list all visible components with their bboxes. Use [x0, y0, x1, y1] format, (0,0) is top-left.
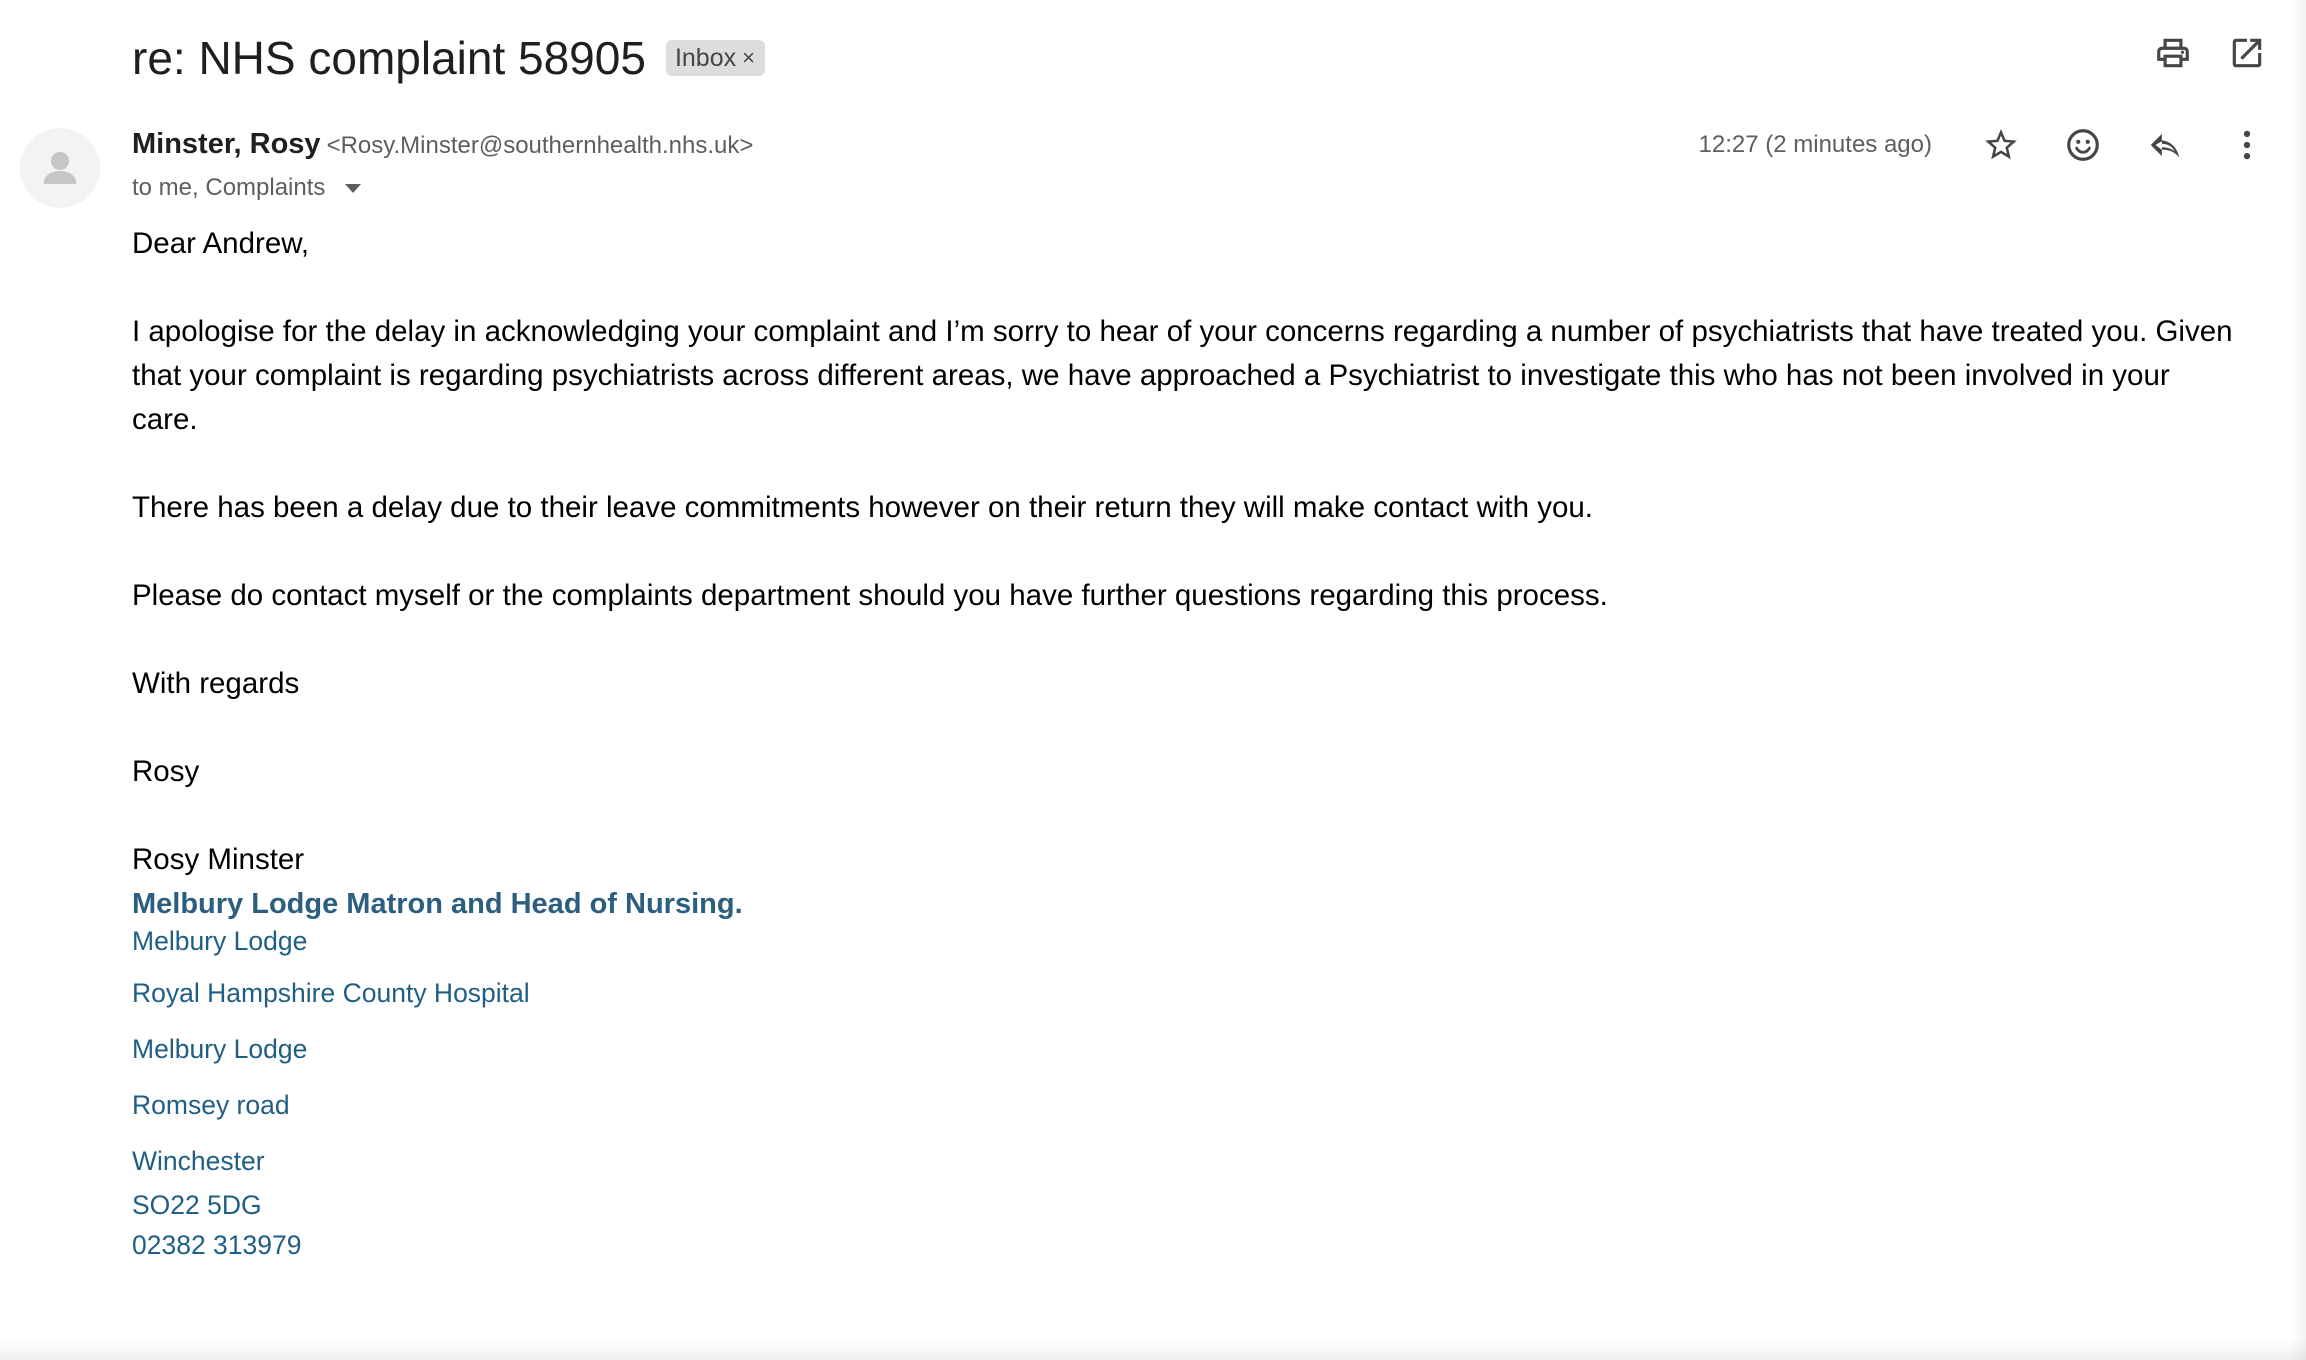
signature-address-line: Melbury Lodge: [132, 926, 308, 956]
body-signoff: Rosy: [132, 755, 200, 788]
signature-postcode: SO22 5DG: [132, 1190, 262, 1220]
signature-phone[interactable]: 02382 313979: [132, 1230, 301, 1261]
signature-name: Rosy Minster: [132, 843, 305, 876]
signature-address-line: Royal Hampshire County Hospital: [132, 978, 530, 1008]
body-paragraph-2: There has been a delay due to their leav…: [132, 491, 1593, 524]
label-chip-text: Inbox: [674, 43, 737, 72]
body-greeting: Dear Andrew,: [132, 227, 310, 260]
email-subject: re: NHS complaint 58905: [132, 32, 646, 84]
reply-icon[interactable]: [2146, 126, 2184, 164]
sender-email: <Rosy.Minster@southernhealth.nhs.uk>: [326, 132, 754, 159]
signature-address-line: Romsey road: [132, 1090, 290, 1120]
window-bottom-shadow: [0, 1340, 2306, 1360]
subject-row: re: NHS complaint 58905 Inbox ×: [132, 28, 765, 88]
inbox-label-chip[interactable]: Inbox ×: [665, 40, 765, 76]
recipients-text: to me, Complaints: [132, 174, 326, 201]
body-paragraph-1: I apologise for the delay in acknowledgi…: [132, 315, 2233, 436]
sender-name[interactable]: Minster, Rosy: [132, 128, 321, 161]
emoji-reaction-icon[interactable]: [2064, 126, 2102, 164]
signature-address-line: Winchester: [132, 1146, 265, 1176]
more-vertical-icon[interactable]: [2228, 126, 2266, 164]
subject-actions: [2154, 34, 2266, 72]
open-in-new-window-icon[interactable]: [2228, 34, 2266, 72]
sender-avatar[interactable]: [20, 128, 100, 208]
star-icon[interactable]: [1982, 126, 2020, 164]
message-timestamp: 12:27 (2 minutes ago): [1698, 131, 1932, 158]
body-paragraph-3: Please do contact myself or the complain…: [132, 579, 1608, 612]
person-icon: [20, 128, 100, 208]
body-closing: With regards: [132, 667, 300, 700]
remove-label-icon[interactable]: ×: [742, 45, 755, 71]
chevron-down-icon[interactable]: [345, 183, 362, 193]
signature-address-line: Melbury Lodge: [132, 1034, 308, 1064]
sender-line: Minster, Rosy <Rosy.Minster@southernheal…: [132, 128, 753, 168]
window-edge-shadow: [2292, 0, 2306, 1360]
print-icon[interactable]: [2154, 34, 2192, 72]
message-actions: 12:27 (2 minutes ago): [1699, 126, 2266, 164]
message-body: Dear Andrew, I apologise for the delay i…: [132, 222, 2242, 926]
signature-title: Melbury Lodge Matron and Head of Nursing…: [132, 888, 743, 920]
email-view: re: NHS complaint 58905 Inbox × Minster,…: [0, 0, 2306, 1360]
recipients-toggle[interactable]: to me, Complaints: [132, 172, 362, 204]
